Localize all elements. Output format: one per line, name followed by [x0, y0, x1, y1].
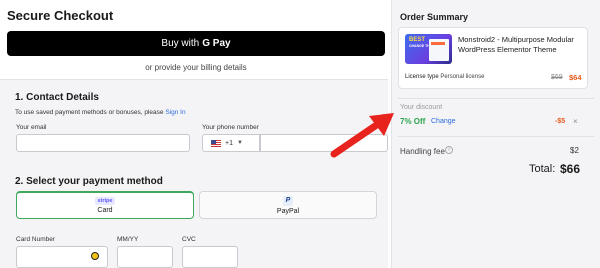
- divider: [398, 136, 594, 137]
- price-discounted: $64: [569, 73, 582, 82]
- expiry-field[interactable]: [117, 246, 173, 268]
- thumb-preview: [429, 39, 449, 61]
- contact-section-title: 1. Contact Details: [15, 92, 99, 103]
- discount-amount: -$5: [555, 118, 566, 125]
- checkout-form: Secure Checkout Buy with G Pay or provid…: [0, 0, 388, 268]
- total-label: Total:: [529, 163, 556, 175]
- divider: [398, 98, 594, 99]
- sign-in-link[interactable]: Sign In: [165, 109, 185, 116]
- page-title: Secure Checkout: [7, 8, 114, 23]
- tab-paypal[interactable]: P PayPal: [199, 191, 377, 219]
- product-thumbnail: BEST CHANGE THE WORLD: [405, 34, 452, 64]
- phone-country-select[interactable]: +1 ▼: [202, 134, 260, 152]
- handling-fee-value: $2: [570, 146, 579, 155]
- paypal-logo-icon: P: [283, 195, 293, 206]
- expiry-label: MM/YY: [117, 236, 139, 243]
- gpay-label: Buy with: [161, 38, 200, 49]
- email-label: Your email: [16, 124, 47, 131]
- order-summary-title: Order Summary: [400, 12, 469, 22]
- autofill-icon[interactable]: [91, 252, 99, 260]
- phone-code: +1: [225, 139, 233, 147]
- info-icon[interactable]: i: [445, 146, 453, 154]
- payment-section-title: 2. Select your payment method: [15, 176, 163, 187]
- price-original: $69: [551, 74, 563, 81]
- google-pay-button[interactable]: Buy with G Pay: [7, 31, 385, 56]
- email-field[interactable]: [16, 134, 190, 152]
- thumb-title: BEST: [409, 37, 426, 43]
- card-number-label: Card Number: [16, 236, 56, 243]
- sign-in-hint: To use saved payment methods or bonuses,…: [15, 109, 186, 116]
- tab-card[interactable]: stripe Card: [16, 191, 194, 219]
- chevron-down-icon: ▼: [236, 140, 243, 146]
- us-flag-icon: [211, 139, 221, 147]
- tab-paypal-label: PayPal: [276, 207, 300, 215]
- google-pay-logo-icon: G Pay: [202, 38, 231, 49]
- product-name: Monstroid2 - Multipurpose Modular WordPr…: [458, 35, 574, 54]
- total-value: $66: [560, 162, 581, 176]
- cvc-field[interactable]: [182, 246, 238, 268]
- tab-card-label: Card: [97, 207, 113, 214]
- phone-label: Your phone number: [202, 124, 259, 131]
- discount-value: 7% Off: [400, 117, 426, 126]
- discount-label: Your discount: [400, 104, 443, 111]
- cvc-label: CVC: [182, 236, 196, 243]
- discount-change-link[interactable]: Change: [431, 118, 456, 125]
- or-billing-text: or provide your billing details: [145, 63, 247, 72]
- product-card: BEST CHANGE THE WORLD Monstroid2 - Multi…: [398, 27, 588, 89]
- stripe-logo-icon: stripe: [94, 197, 116, 205]
- remove-discount-icon[interactable]: ×: [573, 117, 578, 126]
- license-type: License type Personal license: [405, 74, 485, 80]
- order-summary: Order Summary BEST CHANGE THE WORLD Mons…: [391, 0, 600, 268]
- phone-field[interactable]: [260, 134, 388, 152]
- handling-fee-label: Handling fee: [400, 147, 445, 156]
